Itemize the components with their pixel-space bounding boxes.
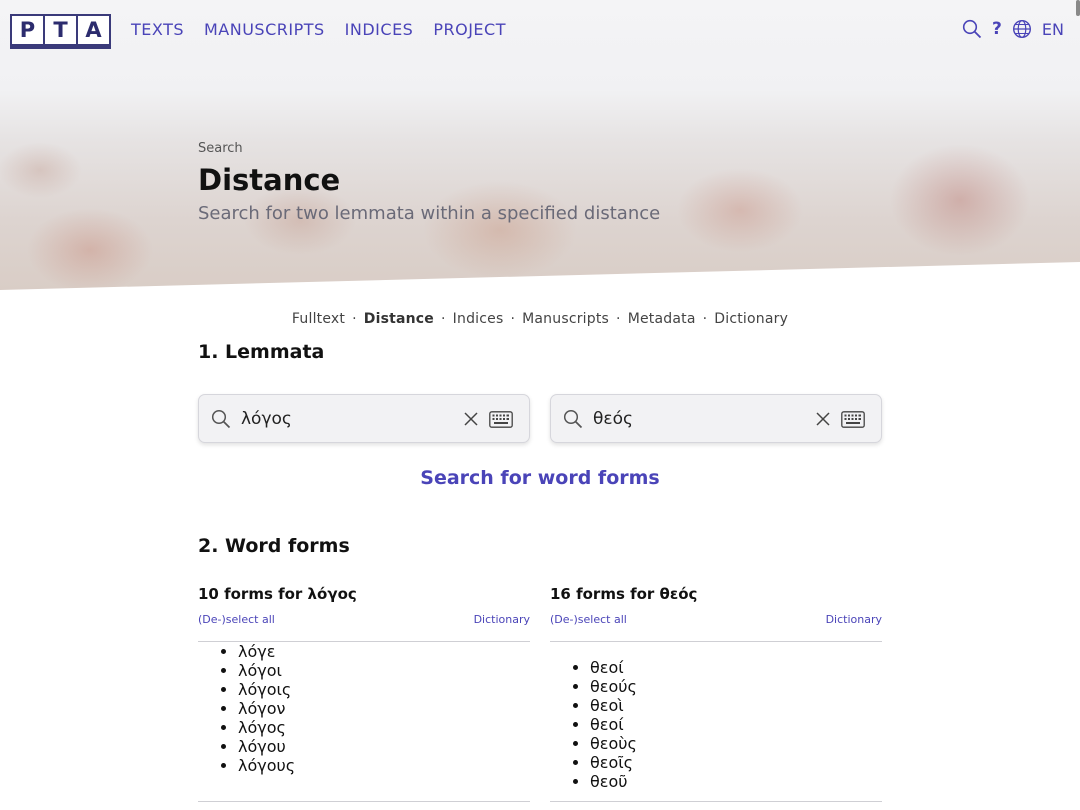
globe-icon[interactable]: [1012, 19, 1032, 39]
tab-fulltext[interactable]: Fulltext: [292, 311, 345, 327]
list-item[interactable]: λόγον: [238, 699, 530, 718]
form-label: λόγος: [238, 718, 286, 737]
tab-manuscripts[interactable]: Manuscripts: [522, 311, 609, 327]
lemmata-heading: 1. Lemmata: [198, 341, 325, 363]
logo-letter: P: [12, 16, 45, 44]
list-item[interactable]: λόγοις: [238, 680, 530, 699]
logo-letter: T: [45, 16, 78, 44]
tab-distance[interactable]: Distance: [364, 311, 434, 327]
page-scrollbar[interactable]: [1076, 0, 1080, 16]
form-label: θεοῖς: [590, 753, 634, 772]
tab-separator: ·: [352, 311, 357, 327]
keyboard-icon[interactable]: [489, 411, 513, 428]
form-label: θεοῦ: [590, 772, 628, 791]
language-switch[interactable]: EN: [1042, 20, 1064, 39]
divider: [550, 801, 882, 802]
keyboard-icon[interactable]: [841, 411, 865, 428]
clear-icon[interactable]: [815, 411, 831, 427]
divider: [198, 801, 530, 802]
word-forms-column-1: 10 forms for λόγος (De-)select all Dicti…: [198, 585, 530, 642]
header-tools: ? EN: [962, 19, 1064, 39]
dictionary-link[interactable]: Dictionary: [474, 613, 530, 626]
page-subtitle: Search for two lemmata within a specifie…: [198, 203, 661, 224]
form-label: θεοὶ: [590, 696, 624, 715]
select-all-link[interactable]: (De-)select all: [198, 613, 275, 626]
form-label: λόγοις: [238, 680, 292, 699]
logo-letter: A: [85, 18, 102, 42]
main-nav: TEXTS MANUSCRIPTS INDICES PROJECT: [131, 20, 506, 39]
form-label: λόγε: [238, 642, 276, 661]
column-heading: 10 forms for λόγος: [198, 585, 357, 603]
form-label: λόγους: [238, 756, 296, 775]
search-icon[interactable]: [962, 19, 982, 39]
form-label: θεοί: [590, 658, 624, 677]
list-item[interactable]: θεούς: [590, 677, 882, 696]
list-item[interactable]: λόγοι: [238, 661, 530, 680]
list-item[interactable]: θεοὶ: [590, 696, 882, 715]
nav-project[interactable]: PROJECT: [433, 20, 506, 39]
word-forms-list-1: λόγε λόγοι λόγοις λόγον λόγος λόγου λόγο…: [198, 642, 530, 802]
list-item[interactable]: θεοῖς: [590, 753, 882, 772]
form-label: λόγου: [238, 737, 286, 756]
list-item[interactable]: θεοῦ: [590, 772, 882, 791]
lemma-1-input[interactable]: λόγος: [198, 394, 530, 443]
list-item[interactable]: λόγου: [238, 737, 530, 756]
form-label: λόγον: [238, 699, 286, 718]
form-label: θεοὺς: [590, 734, 637, 753]
list-item[interactable]: λόγος: [238, 718, 530, 737]
breadcrumb: Search: [198, 141, 243, 156]
column-heading: 16 forms for θεός: [550, 585, 698, 603]
tab-indices[interactable]: Indices: [453, 311, 504, 327]
list-item[interactable]: λόγε: [238, 642, 530, 661]
lemma-2-value: θεός: [593, 409, 633, 429]
word-forms-column-2: 16 forms for θεός (De-)select all Dictio…: [550, 585, 882, 642]
pta-logo[interactable]: P T A: [10, 14, 111, 49]
dictionary-link[interactable]: Dictionary: [826, 613, 882, 626]
word-forms-list-2: θεοί θεούς θεοὶ θεοί θεοὺς θεοῖς θεοῦ: [550, 642, 882, 802]
search-word-forms-button[interactable]: Search for word forms: [0, 467, 1080, 489]
tab-separator: ·: [616, 311, 621, 327]
page-title: Distance: [198, 163, 341, 197]
header-slant: [0, 262, 1080, 290]
tab-separator: ·: [441, 311, 446, 327]
clear-icon[interactable]: [463, 411, 479, 427]
list-item[interactable]: θεοί: [590, 658, 882, 677]
search-type-tabs: Fulltext · Distance · Indices · Manuscripts · Me…: [0, 311, 1080, 327]
form-label: λόγοι: [238, 661, 282, 680]
list-item[interactable]: θεοὺς: [590, 734, 882, 753]
tab-dictionary[interactable]: Dictionary: [714, 311, 788, 327]
tab-separator: ·: [702, 311, 708, 327]
search-icon: [211, 409, 231, 429]
lemma-2-input[interactable]: θεός: [550, 394, 882, 443]
nav-texts[interactable]: TEXTS: [131, 20, 184, 39]
list-item[interactable]: θεοί: [590, 715, 882, 734]
nav-manuscripts[interactable]: MANUSCRIPTS: [204, 20, 325, 39]
form-label: θεούς: [590, 677, 637, 696]
help-button[interactable]: ?: [992, 19, 1002, 39]
tab-separator: ·: [510, 311, 516, 327]
select-all-link[interactable]: (De-)select all: [550, 613, 627, 626]
search-icon: [563, 409, 583, 429]
nav-indices[interactable]: INDICES: [345, 20, 414, 39]
list-item[interactable]: λόγους: [238, 756, 530, 775]
lemma-1-value: λόγος: [241, 409, 292, 429]
form-label: θεοί: [590, 715, 624, 734]
tab-metadata[interactable]: Metadata: [628, 311, 696, 327]
word-forms-heading: 2. Word forms: [198, 535, 350, 557]
